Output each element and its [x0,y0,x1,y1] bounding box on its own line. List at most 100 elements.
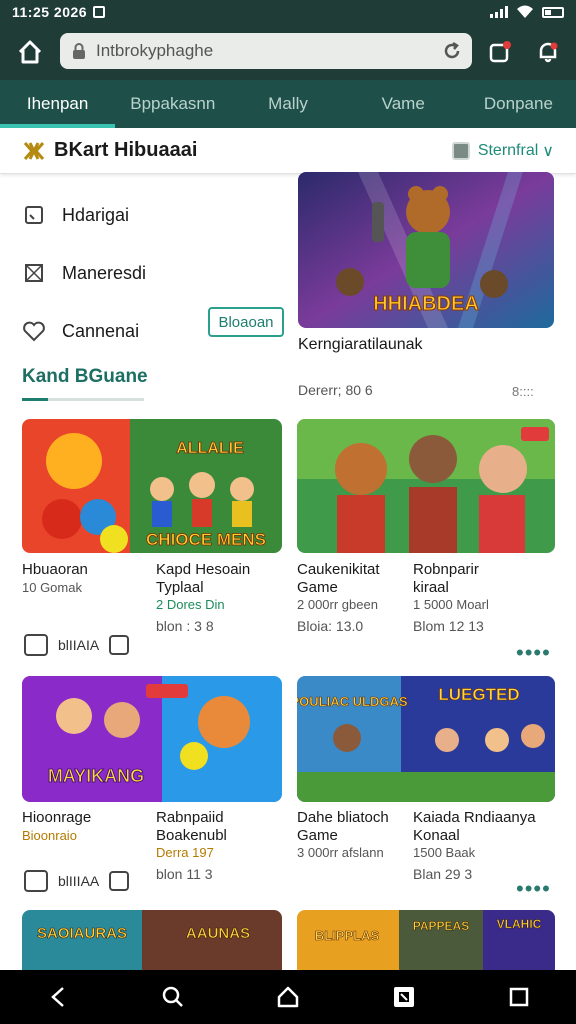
share-icon[interactable] [109,871,130,891]
action-label: blIIAIA [58,637,100,653]
card-actions: blIIIAA [24,870,130,892]
game-card-art[interactable]: MAYIKANG [22,676,282,802]
brand-logo-icon [23,141,45,160]
menu-item-hdarigai[interactable]: Hdarigai [0,186,290,244]
card-title[interactable]: Robnparir [413,561,479,579]
card-subtitle: 10 Gomak [22,580,82,595]
bottom-art-text: AAUNAS [186,925,250,942]
tab-game[interactable]: Vame [346,80,461,128]
card-meta: 2 Dores Din [156,597,225,612]
reload-icon[interactable] [442,41,462,61]
card-title[interactable]: Rabnpaiid [156,809,224,827]
back-icon[interactable] [46,985,70,1009]
heart-icon [23,321,45,342]
more-icon[interactable]: •••• [516,640,551,666]
featured-art-text: HHIABDEA [373,293,479,315]
card-meta: 1 5000 Moarl [413,597,489,612]
notification-icon [93,6,106,18]
card-art-text: CHIOCE MENS [146,530,266,549]
card-subtitle: Bioonraio [22,828,77,843]
app-switch-icon[interactable] [391,984,417,1010]
featured-banner[interactable]: HHIABDEA [298,172,554,328]
game-card-art[interactable]: SAOIAURAS AAUNAS [22,910,282,970]
game-card-artwork: ALLALIE CHIOCE MENS [22,419,282,553]
game-card-art[interactable] [297,419,555,553]
game-card-art[interactable]: POULIAC ULDGAS LUEGTED [297,676,555,802]
tab-mall[interactable]: Mally [230,80,345,128]
featured-count: 8:::: [512,384,534,399]
home-nav-icon[interactable] [276,985,300,1009]
tabs-button[interactable] [480,32,520,72]
game-card-artwork: SAOIAURAS AAUNAS [22,910,282,970]
card-subtitle: Boakenubl [156,827,227,844]
card-meta: 3 000rr afslann [297,845,384,860]
menu-item-label: Hdarigai [62,204,130,225]
game-card-artwork [297,419,555,553]
signal-icon [490,6,508,18]
more-icon[interactable]: •••• [516,876,551,902]
card-subtitle: Game [297,579,338,596]
lock-icon [73,43,85,59]
system-nav-bar [0,970,576,1024]
game-card-art[interactable]: ALLALIE CHIOCE MENS [22,419,282,553]
featured-artwork: HHIABDEA [298,172,554,328]
wifi-icon [517,5,533,18]
login-button[interactable]: Bloaoan [208,307,284,337]
card-art-text: MAYIKANG [48,766,144,786]
region-icon [451,141,470,160]
card-meta: 2 000rr gbeen [297,597,378,612]
card-subtitle: kiraal [413,579,449,596]
card-stat: blon : 3 8 [156,618,214,634]
share-icon[interactable] [109,635,130,655]
card-actions: blIIAIA [24,634,130,656]
url-text: Intbrokyphaghe [96,41,214,60]
home-icon [18,40,42,64]
checkbox-icon[interactable] [24,870,48,892]
bottom-art-text: SAOIAURAS [37,925,127,942]
card-title[interactable]: Caukenikitat [297,561,380,579]
chevron-down-icon: ∨ [542,142,554,160]
card-title[interactable]: Dahe bliatoch [297,809,389,827]
region-selector[interactable]: Sternfral ∨ [451,141,554,161]
card-art-text: LUEGTED [438,685,519,704]
card-art-title: ALLALIE [176,440,244,457]
url-field[interactable]: Intbrokyphaghe [60,33,472,69]
section-title: Kand BGuane [22,366,148,387]
card-subtitle: Konaal [413,827,460,844]
card-subtitle: Typlaal [156,579,204,596]
card-title[interactable]: Hioonrage [22,809,91,827]
card-meta: Derra 197 [156,845,214,860]
tab-download[interactable]: Donpane [461,80,576,128]
browser-toolbar: Intbrokyphaghe [0,24,576,80]
bottom-art-text: PAPPEAS [413,919,469,933]
card-stat: Bloia: 13.0 [297,618,364,634]
notifications-button[interactable] [528,32,568,72]
game-card-art[interactable]: BLIPPLAS PAPPEAS VLAHIC [297,910,555,970]
card-stat: blon 11 3 [156,866,213,882]
card-meta: 1500 Baak [413,845,476,860]
game-card-artwork: MAYIKANG [22,676,282,802]
card-subtitle: Game [297,827,338,844]
tab-applications[interactable]: Bppakasnn [115,80,230,128]
card-title[interactable]: Kapd Hesoain [156,561,250,579]
card-title[interactable]: Kaiada Rndiaanya [413,809,536,827]
card-stat: Blan 29 3 [413,866,473,882]
recents-icon[interactable] [508,986,530,1008]
status-icons [490,5,564,19]
bottom-art-text: VLAHIC [497,917,542,931]
home-button[interactable] [10,32,50,72]
search-icon[interactable] [161,985,185,1009]
tab-home[interactable]: Ihenpan [0,80,116,128]
menu-item-maneresdi[interactable]: Maneresdi [0,244,290,302]
page-title: BKart Hibuaaai [54,139,198,161]
card-title[interactable]: Hbuaoran [22,561,88,579]
region-label: Sternfral [477,141,539,159]
featured-title[interactable]: Kerngiaratilaunak [298,336,423,354]
checkbox-icon[interactable] [24,634,48,656]
status-time: 11:25 2026 [12,4,88,20]
action-label: blIIIAA [58,873,100,889]
game-card-artwork: BLIPPLAS PAPPEAS VLAHIC [297,910,555,970]
card-art-text: POULIAC ULDGAS [297,694,408,709]
section-underline [22,398,144,401]
page-header: BKart Hibuaaai Sternfral ∨ [0,128,576,174]
